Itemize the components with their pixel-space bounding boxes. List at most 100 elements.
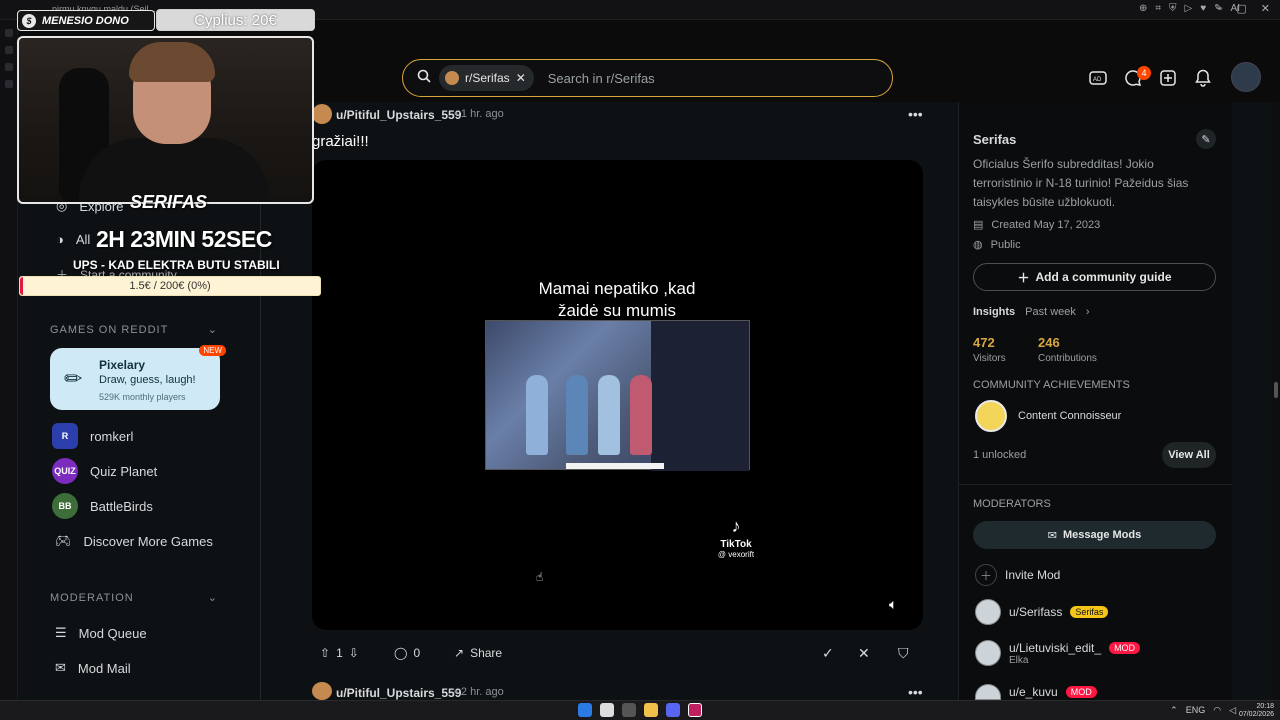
edit-icon[interactable]: ✎ bbox=[1196, 129, 1216, 149]
games-section-header[interactable]: GAMES ON REDDIT ⌄ bbox=[50, 323, 218, 337]
browser-icon[interactable] bbox=[688, 703, 702, 717]
insights-range: Past week bbox=[1025, 306, 1076, 318]
chevron-down-icon: ⌄ bbox=[207, 592, 218, 604]
moderators-heading: MODERATORS bbox=[973, 498, 1051, 510]
remove-chip-icon[interactable]: ✕ bbox=[516, 71, 526, 85]
strip-app-icon[interactable] bbox=[4, 80, 13, 88]
moderator-name: u/Lietuviski_edit_ bbox=[1009, 640, 1102, 655]
post-author[interactable]: u/Pitiful_Upstairs_559 bbox=[336, 686, 461, 700]
approve-icon[interactable]: ✓ bbox=[822, 645, 834, 662]
share-icon: ↗ bbox=[454, 646, 465, 660]
video-frame-bar bbox=[566, 463, 664, 469]
remove-icon[interactable]: ✕ bbox=[858, 645, 870, 662]
subathon-timer: 2H 23MIN 52SEC bbox=[96, 226, 272, 252]
settings-icon[interactable] bbox=[622, 703, 636, 717]
stat-value: 246 bbox=[1038, 335, 1060, 350]
divider bbox=[958, 484, 1232, 485]
browser-side-strip bbox=[0, 20, 18, 700]
sidebar-discover-games[interactable]: 🎮︎ Discover More Games bbox=[55, 533, 213, 549]
author-avatar[interactable] bbox=[312, 682, 332, 700]
post-title[interactable]: gražiai!!! bbox=[312, 133, 369, 150]
add-community-guide-button[interactable]: ＋ Add a community guide bbox=[973, 263, 1216, 291]
mod-shield-icon[interactable]: ⛉ bbox=[898, 645, 909, 662]
downvote-icon[interactable]: ⇩ bbox=[349, 646, 359, 660]
comment-count: 0 bbox=[413, 646, 421, 660]
clock[interactable]: 20:18 07/02/2026 bbox=[1239, 703, 1274, 719]
screen: pirmų knygų maldų (Seil... ⊕ ⌗ ⛨ ▷ ♥ ✎ A… bbox=[0, 0, 1280, 720]
sidebar-game-romkerl[interactable]: R romkerl bbox=[52, 423, 133, 449]
volume-icon[interactable]: 🔈︎ bbox=[889, 596, 909, 616]
chevron-right-icon: › bbox=[1085, 306, 1090, 318]
moderation-section-header[interactable]: MODERATION ⌄ bbox=[50, 591, 218, 605]
chevron-up-icon[interactable]: ⌃ bbox=[1170, 705, 1178, 716]
upvote-icon[interactable]: ⇧ bbox=[320, 646, 330, 660]
scrollbar-thumb[interactable] bbox=[1274, 382, 1278, 398]
advertise-icon[interactable]: AD bbox=[1086, 66, 1110, 90]
create-post-icon[interactable] bbox=[1156, 66, 1180, 90]
search-bar[interactable]: r/Serifas ✕ Search in r/Serifas bbox=[402, 59, 893, 97]
search-placeholder[interactable]: Search in r/Serifas bbox=[548, 71, 655, 86]
insights-header[interactable]: Insights Past week › bbox=[973, 306, 1090, 318]
strip-app-icon[interactable] bbox=[4, 29, 13, 37]
task-view-icon[interactable] bbox=[600, 703, 614, 717]
zoom-icon[interactable]: ⊕ bbox=[1139, 3, 1147, 14]
character-figure bbox=[630, 375, 652, 455]
play-icon[interactable]: ▷ bbox=[1185, 3, 1193, 14]
minimize-icon[interactable]: – bbox=[1216, 2, 1222, 15]
user-flair: MOD bbox=[1109, 641, 1141, 654]
mouse-cursor-icon: ☝ bbox=[536, 570, 544, 584]
contributions-stat: 246 Contributions bbox=[1038, 335, 1097, 364]
comment-icon: ◯ bbox=[394, 646, 408, 660]
moderator-row[interactable]: u/Serifass Serifas bbox=[975, 599, 1109, 625]
sidebar-item-mod-mail[interactable]: ✉ Mod Mail bbox=[55, 660, 131, 676]
moderator-row[interactable]: u/Lietuviski_edit_ MOD Elka bbox=[975, 640, 1141, 666]
taskbar: ⌃ ENG ◠ ◁ 20:18 07/02/2026 bbox=[0, 700, 1280, 720]
donation-title: MENESIO DONO bbox=[42, 14, 129, 27]
view-all-button[interactable]: View All bbox=[1162, 442, 1216, 468]
mail-icon: ✉ bbox=[55, 660, 66, 675]
invite-mod-button[interactable]: ＋ Invite Mod bbox=[975, 564, 1060, 586]
file-explorer-icon[interactable] bbox=[644, 703, 658, 717]
sidebar-game-quiz-planet[interactable]: QUIZ Quiz Planet bbox=[52, 458, 157, 484]
strip-app-icon[interactable] bbox=[4, 46, 13, 54]
moderator-row[interactable]: u/e_kuvu MOD bbox=[975, 684, 1097, 700]
speaker-icon[interactable]: ◁ bbox=[1229, 705, 1236, 716]
character-figure bbox=[598, 375, 620, 455]
translate-icon[interactable]: ⌗ bbox=[1155, 3, 1161, 14]
sidebar-item-all[interactable]: ◑ All bbox=[56, 232, 90, 247]
maximize-icon[interactable]: ▢ bbox=[1236, 2, 1246, 15]
shield-icon[interactable]: ⛨ bbox=[1169, 3, 1177, 14]
visitors-stat: 472 Visitors bbox=[973, 335, 1006, 364]
heart-icon[interactable]: ♥ bbox=[1200, 3, 1206, 14]
invite-label: Invite Mod bbox=[1005, 568, 1061, 582]
strip-app-icon[interactable] bbox=[4, 63, 13, 71]
featured-game-card[interactable]: ✏ Pixelary Draw, guess, laugh! 529K mont… bbox=[50, 345, 226, 410]
avatar bbox=[975, 640, 1001, 666]
sidebar-game-battlebirds[interactable]: BB BattleBirds bbox=[52, 493, 153, 519]
achievements-unlocked: 1 unlocked bbox=[973, 449, 1027, 461]
message-mods-button[interactable]: ✉ Message Mods bbox=[973, 521, 1216, 549]
more-options-icon[interactable]: ••• bbox=[908, 106, 923, 122]
community-search-chip[interactable]: r/Serifas ✕ bbox=[439, 65, 534, 91]
share-button[interactable]: ↗ Share bbox=[444, 637, 512, 669]
streamer-hair bbox=[129, 42, 215, 82]
all-icon: ◑ bbox=[56, 232, 64, 247]
close-window-icon[interactable]: ✕ bbox=[1261, 2, 1270, 15]
tiktok-handle: @ vexorift bbox=[717, 550, 755, 559]
author-avatar[interactable] bbox=[312, 104, 332, 124]
post-author[interactable]: u/Pitiful_Upstairs_559 bbox=[336, 108, 461, 122]
game-lobby-panel bbox=[651, 321, 749, 471]
scrollbar[interactable] bbox=[1272, 102, 1280, 700]
lang-indicator[interactable]: ENG bbox=[1186, 705, 1206, 716]
wifi-icon[interactable]: ◠ bbox=[1213, 705, 1221, 716]
sidebar-item-mod-queue[interactable]: ☰ Mod Queue bbox=[55, 625, 147, 641]
achievement-name[interactable]: Content Connoisseur bbox=[1018, 410, 1121, 422]
more-options-icon[interactable]: ••• bbox=[908, 684, 923, 700]
windows-start-icon[interactable] bbox=[578, 703, 592, 717]
discord-icon[interactable] bbox=[666, 703, 680, 717]
user-avatar[interactable] bbox=[1231, 62, 1261, 92]
comments-button[interactable]: ◯ 0 bbox=[384, 637, 430, 669]
video-player[interactable]: Mamai nepatiko ,kad žaidė su mumis ♪ Tik… bbox=[312, 160, 923, 630]
chevron-down-icon: ⌄ bbox=[207, 324, 218, 336]
notifications-icon[interactable] bbox=[1191, 66, 1215, 90]
